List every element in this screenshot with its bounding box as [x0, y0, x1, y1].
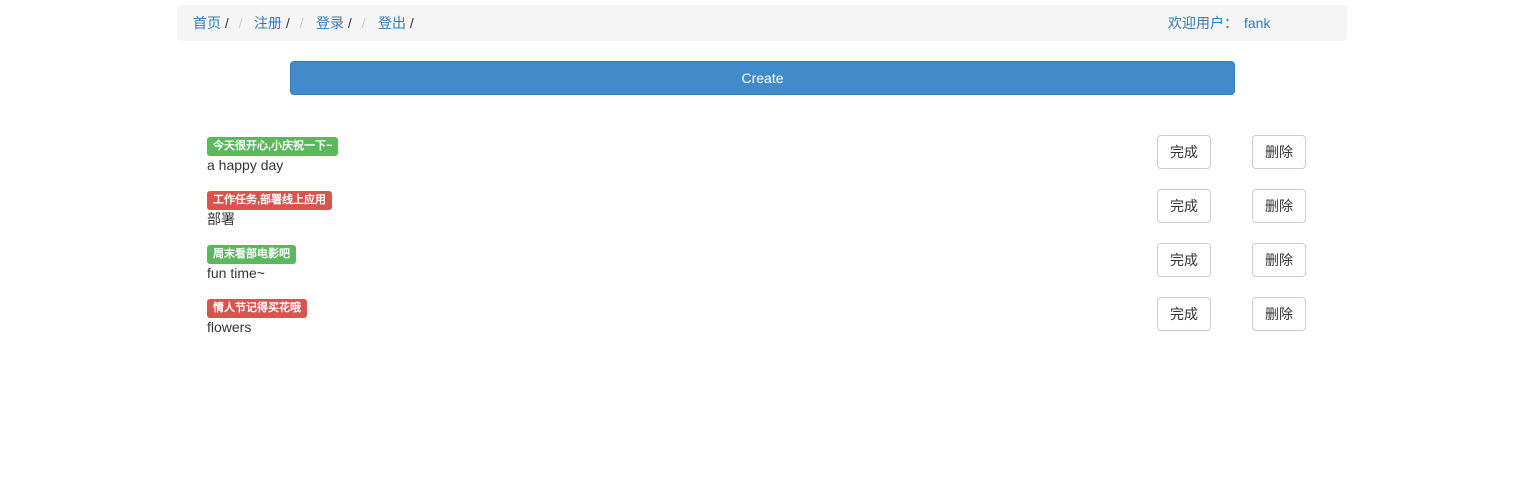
nav-item-logout: 登出 / [378, 15, 414, 31]
nav-link-login[interactable]: 登录 [316, 15, 344, 31]
delete-button[interactable]: 删除 [1252, 135, 1306, 169]
nav-item-register: 注册 / / [254, 15, 304, 31]
username-link[interactable]: fank [1244, 15, 1270, 31]
todo-tag-badge: 工作任务,部署线上应用 [207, 191, 333, 210]
nav-separator-light: / [238, 15, 243, 31]
nav-link-register[interactable]: 注册 [254, 15, 282, 31]
welcome-label: 欢迎用户： [1168, 15, 1238, 31]
breadcrumb-nav: 首页 / / 注册 / / 登录 / / 登出 / 欢迎用户： fank [177, 5, 1347, 41]
nav-item-home: 首页 / / [193, 15, 243, 31]
todo-text: a happy day [207, 157, 284, 173]
todo-item: 情人节记得买花哦 flowers 完成 删除 [207, 297, 1307, 337]
nav-link-home[interactable]: 首页 [193, 15, 221, 31]
welcome-user: 欢迎用户： fank [1168, 15, 1270, 31]
todo-item: 周末看部电影吧 fun time~ 完成 删除 [207, 243, 1307, 283]
delete-button[interactable]: 删除 [1252, 189, 1306, 223]
nav-separator: / [224, 15, 229, 31]
todo-tag-badge: 今天很开心,小庆祝一下~ [207, 137, 339, 156]
nav-separator: / [347, 15, 352, 31]
nav-separator: / [285, 15, 290, 31]
todo-text: fun time~ [207, 265, 265, 281]
todo-item: 工作任务,部署线上应用 部署 完成 删除 [207, 189, 1307, 229]
create-button[interactable]: Create [290, 61, 1235, 95]
nav-separator-light: / [299, 15, 304, 31]
todo-text: 部署 [207, 211, 235, 227]
done-button[interactable]: 完成 [1157, 243, 1211, 277]
todo-tag-badge: 情人节记得买花哦 [207, 299, 307, 318]
todo-text: flowers [207, 319, 252, 335]
todo-tag-badge: 周末看部电影吧 [207, 245, 296, 264]
todo-item: 今天很开心,小庆祝一下~ a happy day 完成 删除 [207, 135, 1307, 175]
done-button[interactable]: 完成 [1157, 297, 1211, 331]
nav-item-login: 登录 / / [316, 15, 366, 31]
done-button[interactable]: 完成 [1157, 189, 1211, 223]
nav-separator: / [409, 15, 414, 31]
delete-button[interactable]: 删除 [1252, 243, 1306, 277]
nav-link-logout[interactable]: 登出 [378, 15, 406, 31]
delete-button[interactable]: 删除 [1252, 297, 1306, 331]
done-button[interactable]: 完成 [1157, 135, 1211, 169]
nav-separator-light: / [361, 15, 366, 31]
